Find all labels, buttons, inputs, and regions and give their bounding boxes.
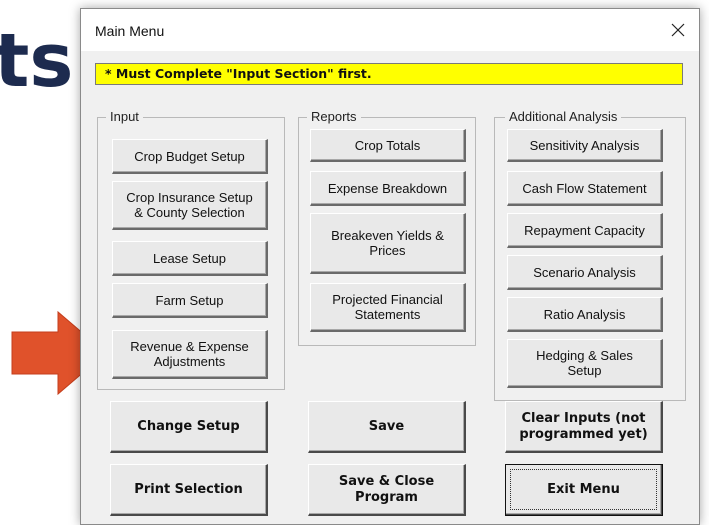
crop-totals-button[interactable]: Crop Totals	[310, 129, 466, 162]
input-frame-legend: Input	[106, 109, 143, 125]
background-headline-fragment: ts	[0, 18, 74, 104]
print-selection-button[interactable]: Print Selection	[110, 464, 268, 516]
repayment-capacity-button[interactable]: Repayment Capacity	[507, 213, 663, 248]
scenario-analysis-button[interactable]: Scenario Analysis	[507, 255, 663, 290]
exit-menu-button[interactable]: Exit Menu	[505, 464, 663, 516]
title-bar: Main Menu	[81, 9, 699, 51]
revenue-expense-adjustments-button[interactable]: Revenue & Expense Adjustments	[112, 330, 268, 379]
crop-budget-setup-button[interactable]: Crop Budget Setup	[112, 139, 268, 174]
farm-setup-button[interactable]: Farm Setup	[112, 283, 268, 318]
additional-analysis-frame-legend: Additional Analysis	[505, 109, 622, 125]
expense-breakdown-button[interactable]: Expense Breakdown	[310, 171, 466, 206]
reports-frame-legend: Reports	[307, 109, 361, 125]
hedging-sales-setup-button[interactable]: Hedging & Sales Setup	[507, 339, 663, 388]
lease-setup-button[interactable]: Lease Setup	[112, 241, 268, 276]
sensitivity-analysis-button[interactable]: Sensitivity Analysis	[507, 129, 663, 162]
ratio-analysis-button[interactable]: Ratio Analysis	[507, 297, 663, 332]
clear-inputs-button[interactable]: Clear Inputs (not programmed yet)	[505, 401, 663, 453]
cash-flow-statement-button[interactable]: Cash Flow Statement	[507, 171, 663, 206]
close-button[interactable]	[663, 15, 693, 45]
window-title: Main Menu	[95, 23, 165, 39]
breakeven-yields-prices-button[interactable]: Breakeven Yields & Prices	[310, 213, 466, 274]
close-icon	[671, 23, 685, 37]
change-setup-button[interactable]: Change Setup	[110, 401, 268, 453]
projected-financial-statements-button[interactable]: Projected Financial Statements	[310, 283, 466, 332]
crop-insurance-setup-button[interactable]: Crop Insurance Setup & County Selection	[112, 181, 268, 230]
save-close-program-button[interactable]: Save & Close Program	[308, 464, 466, 516]
main-menu-dialog: Main Menu * Must Complete "Input Section…	[80, 8, 700, 525]
input-required-notice: * Must Complete "Input Section" first.	[95, 63, 683, 85]
save-button[interactable]: Save	[308, 401, 466, 453]
